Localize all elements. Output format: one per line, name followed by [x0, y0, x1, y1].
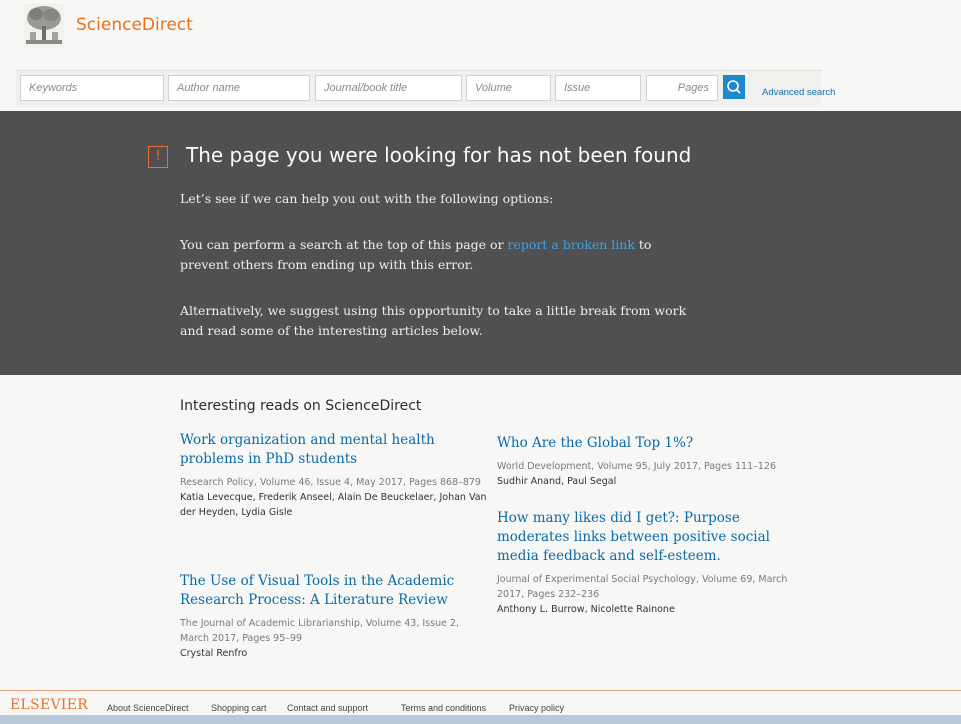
issue-field[interactable]: Issue	[555, 75, 641, 101]
os-taskbar	[0, 715, 961, 724]
brand-name[interactable]: ScienceDirect	[76, 15, 193, 35]
search-button[interactable]	[723, 75, 745, 99]
article-title-link[interactable]: Work organization and mental health prob…	[180, 431, 490, 469]
error-alternative: Alternatively, we suggest using this opp…	[180, 303, 687, 338]
advanced-search-link[interactable]: Advanced search	[762, 87, 835, 98]
article-authors: Crystal Renfro	[180, 648, 248, 659]
article-source: Research Policy, Volume 46, Issue 4, May…	[180, 477, 481, 488]
article-card: Who Are the Global Top 1%? World Develop…	[497, 434, 807, 489]
article-card: The Use of Visual Tools in the Academic …	[180, 572, 490, 661]
elsevier-tree-logo-icon[interactable]	[22, 2, 66, 50]
footer-link-privacy[interactable]: Privacy policy	[509, 703, 564, 713]
article-card: How many likes did I get?: Purpose moder…	[497, 509, 797, 617]
reads-heading: Interesting reads on ScienceDirect	[180, 398, 422, 414]
article-authors: Sudhir Anand, Paul Segal	[497, 476, 617, 487]
error-title: The page you were looking for has not be…	[186, 143, 692, 167]
footer-link-terms[interactable]: Terms and conditions	[401, 703, 486, 713]
pages-field[interactable]: Pages	[646, 75, 718, 101]
journal-field[interactable]: Journal/book title	[315, 75, 462, 101]
error-intro: Let’s see if we can help you out with th…	[180, 191, 554, 206]
keywords-field[interactable]: Keywords	[20, 75, 164, 101]
footer-divider	[0, 690, 961, 691]
volume-field[interactable]: Volume	[466, 75, 551, 101]
article-source: World Development, Volume 95, July 2017,…	[497, 461, 777, 472]
article-authors: Katia Levecque, Frederik Anseel, Alain D…	[180, 492, 487, 518]
footer-link-about[interactable]: About ScienceDirect	[107, 703, 189, 713]
warning-icon: !	[148, 146, 168, 168]
article-title-link[interactable]: How many likes did I get?: Purpose moder…	[497, 509, 797, 566]
article-title-link[interactable]: The Use of Visual Tools in the Academic …	[180, 572, 490, 610]
article-authors: Anthony L. Burrow, Nicolette Rainone	[497, 604, 675, 615]
search-suggestion-pre: You can perform a search at the top of t…	[180, 237, 508, 252]
article-card: Work organization and mental health prob…	[180, 431, 490, 520]
error-panel: ! The page you were looking for has not …	[0, 111, 961, 375]
elsevier-logo[interactable]: ELSEVIER	[10, 697, 88, 713]
search-bar: Keywords Author name Journal/book title …	[16, 70, 835, 106]
error-search-suggestion: You can perform a search at the top of t…	[180, 235, 700, 275]
article-source: Journal of Experimental Social Psycholog…	[497, 574, 788, 600]
search-icon	[727, 80, 741, 94]
author-field[interactable]: Author name	[168, 75, 310, 101]
article-title-link[interactable]: Who Are the Global Top 1%?	[497, 434, 807, 453]
site-header: ScienceDirect	[0, 0, 961, 64]
article-source: The Journal of Academic Librarianship, V…	[180, 618, 460, 644]
footer-link-contact[interactable]: Contact and support	[287, 703, 368, 713]
report-broken-link[interactable]: report a broken link	[508, 237, 635, 252]
footer-link-shopping-cart[interactable]: Shopping cart	[211, 703, 267, 713]
